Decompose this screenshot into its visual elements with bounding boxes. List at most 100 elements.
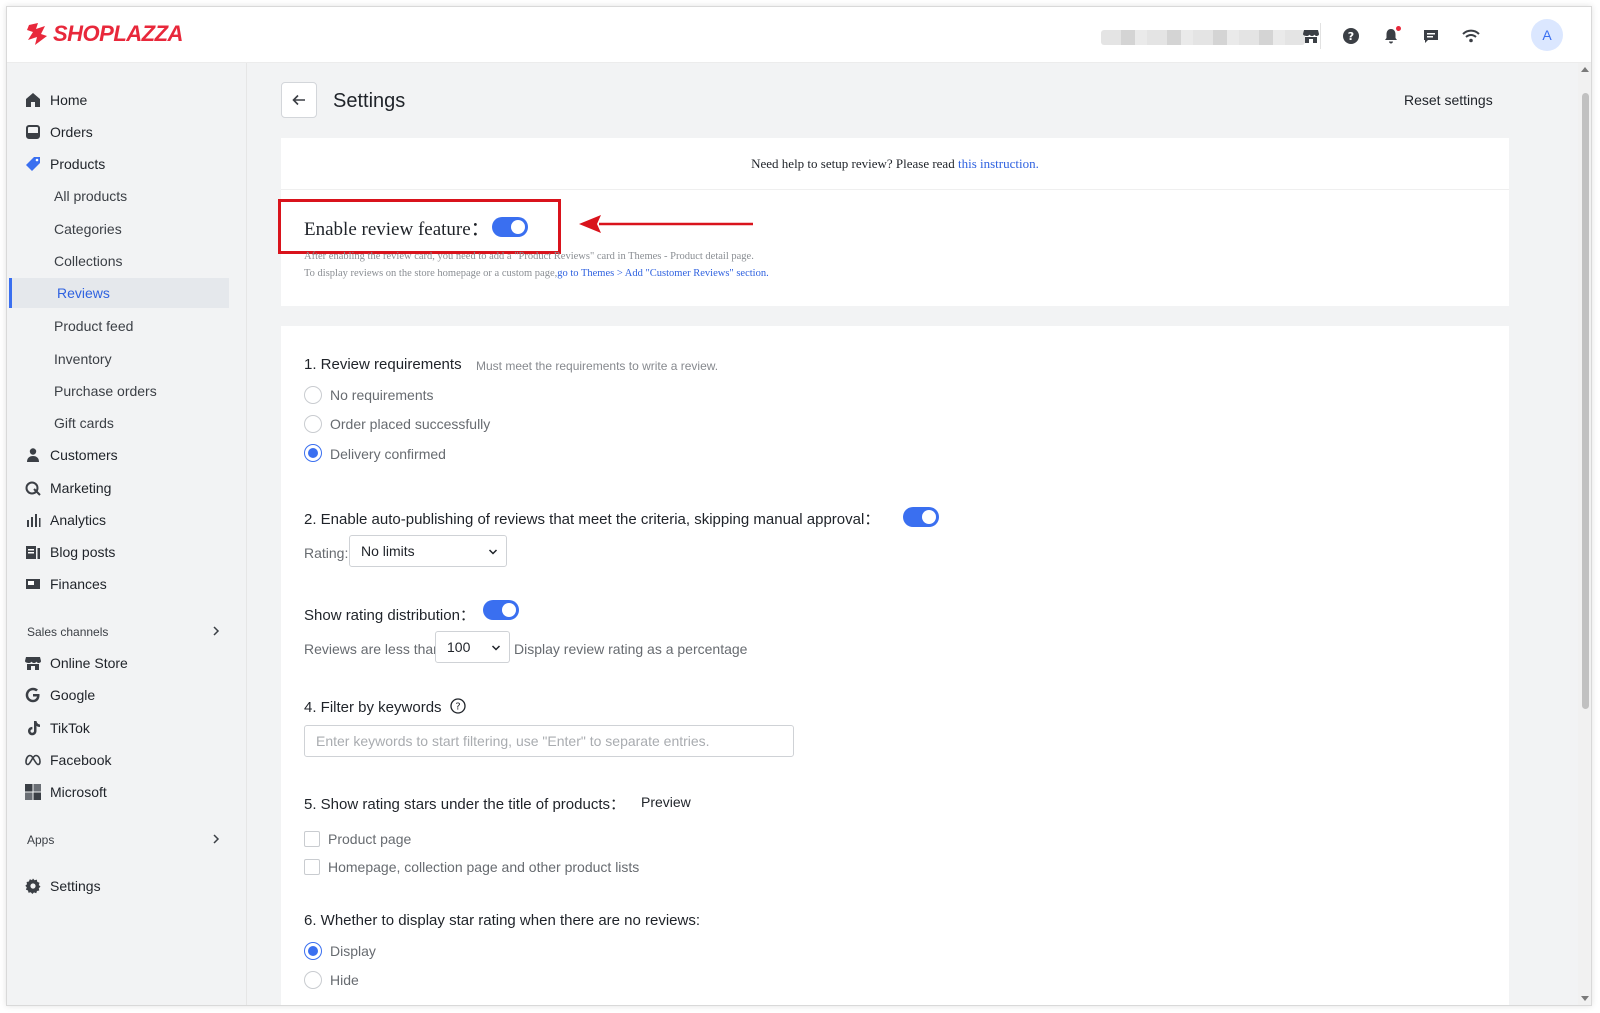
stars-title: 5. Show rating stars under the title of … bbox=[304, 796, 625, 813]
annotation-arrow bbox=[579, 215, 753, 233]
sidebar-item-products[interactable]: Products bbox=[7, 149, 237, 179]
help-banner: Need help to setup review? Please read t… bbox=[281, 138, 1509, 190]
enable-review-toggle[interactable] bbox=[492, 217, 528, 237]
chevron-right-icon[interactable] bbox=[210, 625, 222, 637]
sidebar-item-gift-cards[interactable]: Gift cards bbox=[7, 408, 237, 438]
sidebar-item-label: Customers bbox=[50, 447, 118, 463]
sidebar-item-categories[interactable]: Categories bbox=[7, 214, 237, 244]
sidebar-item-analytics[interactable]: Analytics bbox=[7, 505, 237, 535]
bell-icon[interactable] bbox=[1380, 25, 1402, 47]
keywords-input[interactable]: Enter keywords to start filtering, use "… bbox=[304, 725, 794, 757]
notification-dot bbox=[1396, 26, 1401, 31]
sidebar-item-purchase-orders[interactable]: Purchase orders bbox=[7, 376, 237, 406]
sidebar-item-label: Facebook bbox=[50, 752, 112, 768]
page-title: Settings bbox=[333, 90, 406, 112]
sidebar-item-collections[interactable]: Collections bbox=[7, 246, 237, 276]
scroll-up-arrow[interactable] bbox=[1581, 67, 1589, 72]
checkbox-homepage-lists[interactable] bbox=[304, 859, 320, 875]
distribution-threshold-select[interactable]: 100 bbox=[435, 631, 510, 663]
google-icon bbox=[25, 687, 41, 703]
sidebar-item-facebook[interactable]: Facebook bbox=[7, 745, 237, 775]
sidebar-item-blog-posts[interactable]: Blog posts bbox=[7, 537, 237, 567]
sidebar-item-microsoft[interactable]: Microsoft bbox=[7, 777, 237, 807]
sidebar-item-online-store[interactable]: Online Store bbox=[7, 648, 237, 678]
sidebar-item-orders[interactable]: Orders bbox=[7, 117, 237, 147]
sidebar-item-label: Analytics bbox=[50, 512, 107, 528]
radio-delivery-confirmed[interactable] bbox=[304, 444, 322, 462]
sidebar-item-label: Collections bbox=[54, 253, 123, 269]
question-circle-icon[interactable]: ? bbox=[450, 698, 466, 714]
checkbox-product-page[interactable] bbox=[304, 831, 320, 847]
radio-order-placed[interactable] bbox=[304, 415, 322, 433]
auto-publish-toggle[interactable] bbox=[903, 507, 939, 527]
sidebar-item-tiktok[interactable]: TikTok bbox=[7, 713, 237, 743]
option-label: No requirements bbox=[330, 387, 434, 403]
no-reviews-title: 6. Whether to display star rating when t… bbox=[304, 912, 701, 929]
scrollbar[interactable] bbox=[1578, 63, 1591, 1005]
home-icon bbox=[25, 92, 41, 108]
sidebar-item-reviews[interactable]: Reviews bbox=[9, 278, 229, 308]
tiktok-icon bbox=[25, 720, 41, 736]
sidebar-item-settings[interactable]: Settings bbox=[7, 871, 237, 901]
radio-no-requirements[interactable] bbox=[304, 386, 322, 404]
distribution-threshold-value: 100 bbox=[447, 639, 471, 655]
tag-icon bbox=[25, 156, 41, 172]
shoplazza-logo[interactable]: SHOPLAZZA bbox=[26, 21, 183, 47]
sidebar-item-finances[interactable]: Finances bbox=[7, 569, 237, 599]
back-button[interactable] bbox=[281, 82, 317, 118]
sidebar-item-label: All products bbox=[54, 188, 128, 204]
auto-publish-title: 2. Enable auto-publishing of reviews tha… bbox=[304, 511, 880, 528]
radio-display[interactable] bbox=[304, 942, 322, 960]
themes-link[interactable]: go to Themes > Add "Customer Reviews" se… bbox=[557, 268, 768, 279]
sidebar-item-label: Gift cards bbox=[54, 415, 114, 431]
distribution-title: Show rating distribution： bbox=[304, 607, 475, 624]
sidebar-item-label: Online Store bbox=[50, 655, 128, 671]
sidebar-item-label: Reviews bbox=[57, 285, 110, 301]
sidebar-item-google[interactable]: Google bbox=[7, 680, 237, 710]
option-label: Delivery confirmed bbox=[330, 446, 446, 462]
main-content: Settings Reset settings Need help to set… bbox=[248, 63, 1578, 1005]
enable-review-label: Enable review feature： bbox=[304, 219, 490, 240]
help-icon[interactable]: ? bbox=[1340, 25, 1362, 47]
sidebar-item-label: Finances bbox=[50, 576, 107, 592]
apps-title: Apps bbox=[27, 833, 55, 847]
sidebar-item-home[interactable]: Home bbox=[7, 85, 237, 115]
sidebar-item-customers[interactable]: Customers bbox=[7, 440, 237, 470]
wifi-icon[interactable] bbox=[1460, 25, 1482, 47]
radio-hide[interactable] bbox=[304, 971, 322, 989]
requirements-subtitle: Must meet the requirements to write a re… bbox=[476, 359, 719, 373]
scroll-down-arrow[interactable] bbox=[1581, 996, 1589, 1001]
finances-icon bbox=[25, 576, 41, 592]
rating-label: Rating: bbox=[304, 545, 349, 561]
top-bar: SHOPLAZZA ? A bbox=[7, 7, 1591, 63]
sidebar-item-product-feed[interactable]: Product feed bbox=[7, 311, 237, 341]
option-label: Homepage, collection page and other prod… bbox=[328, 859, 640, 875]
store-name-blurred[interactable] bbox=[1101, 30, 1305, 45]
instruction-link[interactable]: this instruction. bbox=[958, 156, 1039, 171]
chat-icon[interactable] bbox=[1420, 25, 1442, 47]
distribution-toggle[interactable] bbox=[483, 600, 519, 620]
help-text: Need help to setup review? Please read bbox=[751, 156, 958, 171]
review-settings-card: 1. Review requirements Must meet the req… bbox=[281, 326, 1509, 1005]
sidebar-item-marketing[interactable]: Marketing bbox=[7, 473, 237, 503]
sidebar-item-label: Purchase orders bbox=[54, 383, 157, 399]
option-label: Order placed successfully bbox=[330, 416, 491, 432]
preview-link[interactable]: Preview bbox=[641, 794, 691, 810]
chevron-down-icon bbox=[488, 549, 498, 555]
avatar[interactable]: A bbox=[1531, 19, 1563, 51]
rating-select[interactable]: No limits bbox=[349, 535, 507, 567]
option-label: Hide bbox=[330, 972, 359, 988]
chevron-down-icon bbox=[491, 645, 501, 651]
sidebar-item-label: Home bbox=[50, 92, 88, 108]
keywords-title: 4. Filter by keywords bbox=[304, 699, 442, 716]
sidebar-item-label: Marketing bbox=[50, 480, 112, 496]
arrow-left-icon bbox=[292, 94, 305, 106]
sidebar-item-all-products[interactable]: All products bbox=[7, 181, 237, 211]
enable-review-card: Need help to setup review? Please read t… bbox=[278, 138, 1509, 306]
store-icon[interactable] bbox=[1300, 25, 1322, 47]
scroll-thumb[interactable] bbox=[1582, 93, 1589, 709]
sidebar-item-inventory[interactable]: Inventory bbox=[7, 344, 237, 374]
reset-settings-button[interactable]: Reset settings bbox=[1404, 92, 1493, 108]
chevron-right-icon[interactable] bbox=[210, 833, 222, 845]
sidebar-item-label: Microsoft bbox=[50, 784, 107, 800]
